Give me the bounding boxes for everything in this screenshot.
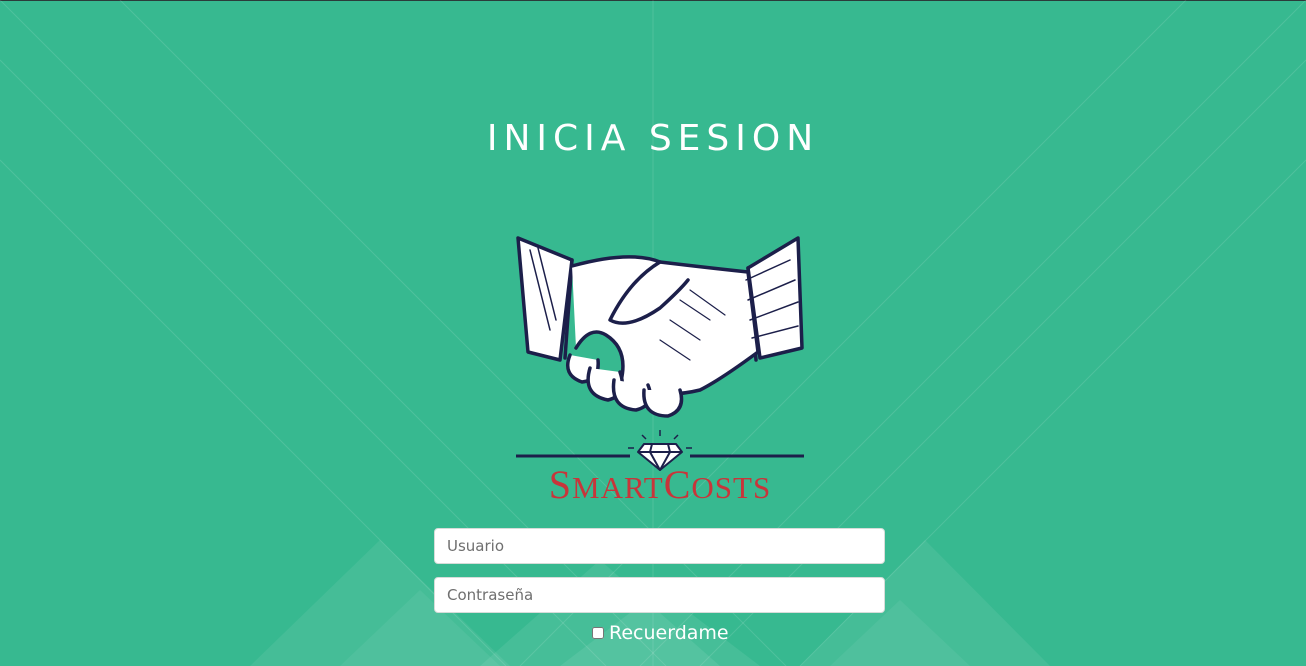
- page-title: INICIA SESION: [486, 118, 820, 159]
- remember-label: Recuerdame: [609, 622, 729, 644]
- brand-logo-text: SMARTCOSTS: [548, 462, 772, 507]
- remember-checkbox[interactable]: [592, 627, 604, 639]
- remember-me[interactable]: Recuerdame: [592, 622, 729, 644]
- username-input[interactable]: [434, 528, 885, 564]
- password-input[interactable]: [434, 577, 885, 613]
